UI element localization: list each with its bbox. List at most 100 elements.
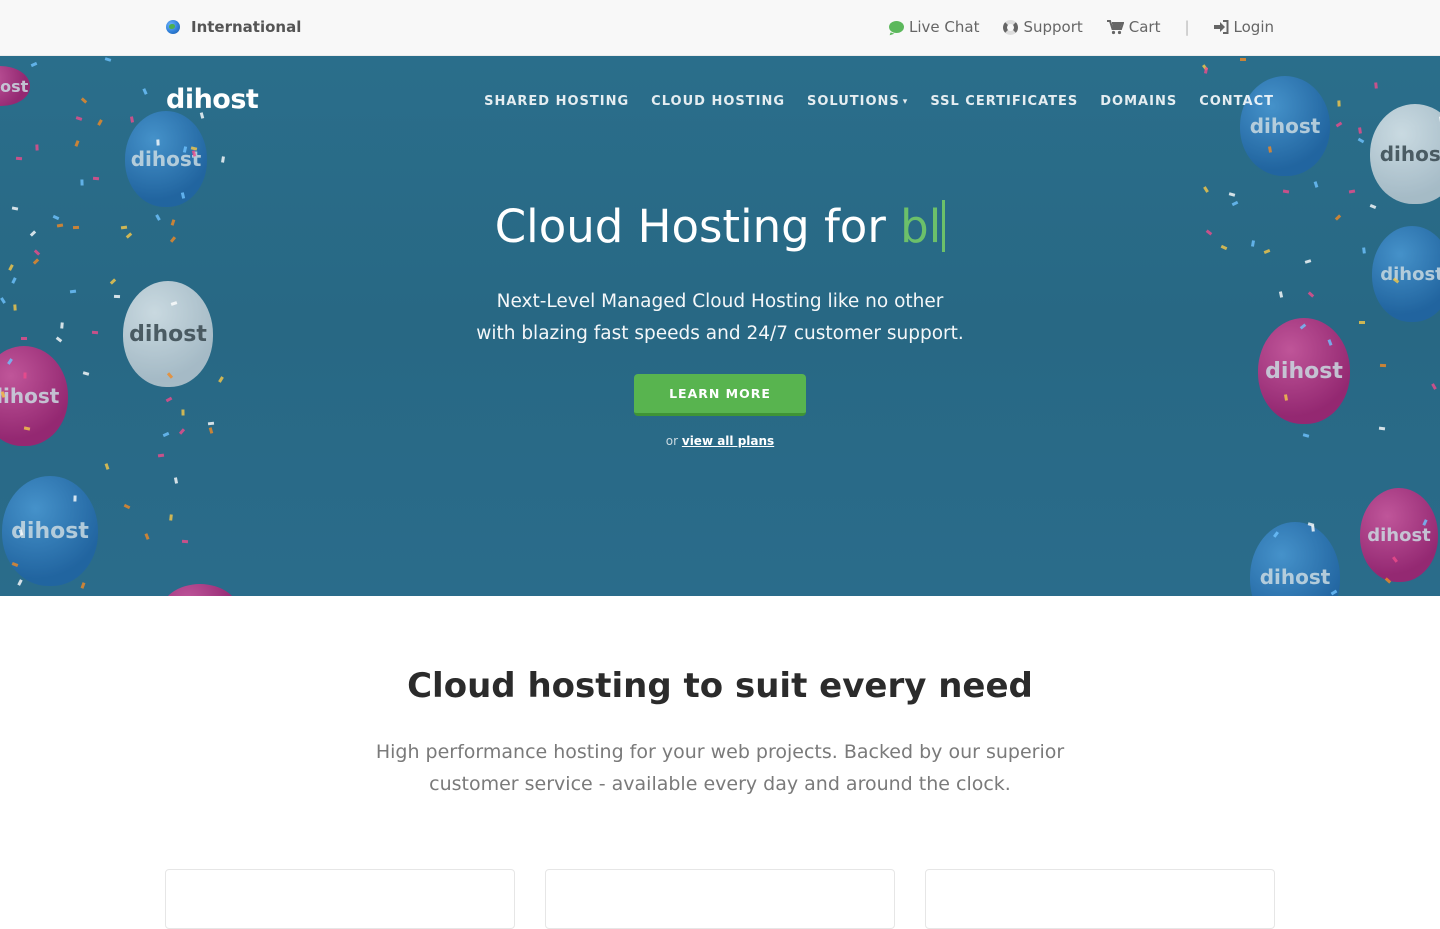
confetti-piece	[23, 372, 27, 379]
confetti-piece	[74, 140, 80, 147]
confetti-piece	[208, 421, 215, 426]
hero-title: Cloud Hosting for bl	[0, 200, 1440, 253]
login-link[interactable]: Login	[1213, 18, 1274, 36]
support-icon	[1003, 19, 1019, 35]
confetti-piece	[1337, 100, 1342, 107]
confetti-piece	[1240, 57, 1247, 61]
globe-icon	[166, 20, 180, 34]
hero-title-prefix: Cloud Hosting for	[494, 200, 901, 253]
nav-ssl-certificates[interactable]: SSL CERTIFICATES	[930, 94, 1078, 109]
confetti-piece	[180, 192, 185, 199]
confetti-piece	[1422, 518, 1429, 526]
view-all-plans-link[interactable]: view all plans	[682, 434, 774, 448]
confetti-piece	[1380, 363, 1387, 368]
login-label: Login	[1233, 18, 1274, 36]
confetti-piece	[1283, 394, 1288, 402]
confetti-piece	[155, 139, 160, 146]
confetti-piece	[97, 119, 103, 126]
confetti-piece	[1272, 530, 1279, 538]
cart-icon	[1106, 19, 1124, 35]
confetti-piece	[209, 427, 214, 434]
confetti-piece	[1330, 589, 1338, 595]
confetti-piece	[218, 375, 225, 383]
confetti-piece	[182, 146, 188, 153]
nav-domains[interactable]: DOMAINS	[1100, 94, 1177, 109]
region-label: International	[191, 18, 302, 36]
utility-separator: |	[1184, 18, 1190, 36]
confetti-piece	[104, 463, 110, 470]
balloon-image: dihost	[160, 584, 240, 596]
balloon-image: dihost	[0, 66, 30, 106]
confetti-piece	[80, 179, 84, 186]
nav-solutions[interactable]: SOLUTIONS ▾	[807, 94, 908, 109]
confetti-piece	[157, 453, 164, 458]
confetti-piece	[1307, 521, 1315, 527]
hero-subtitle-line1: Next-Level Managed Cloud Hosting like no…	[496, 291, 944, 312]
section-subtitle: High performance hosting for your web pr…	[370, 736, 1070, 800]
typing-cursor	[942, 200, 946, 252]
site-logo[interactable]: dihost	[166, 84, 259, 115]
confetti-piece	[1335, 121, 1343, 128]
confetti-piece	[144, 533, 150, 540]
confetti-piece	[30, 61, 38, 67]
main-nav: SHARED HOSTING CLOUD HOSTING SOLUTIONS ▾…	[484, 94, 1274, 109]
confetti-piece	[1268, 146, 1273, 153]
chevron-down-icon: ▾	[902, 96, 909, 107]
nav-cloud-hosting[interactable]: CLOUD HOSTING	[651, 94, 785, 109]
hero-subtitle: Next-Level Managed Cloud Hosting like no…	[0, 286, 1440, 350]
login-icon	[1213, 20, 1229, 34]
nav-contact[interactable]: CONTACT	[1199, 94, 1274, 109]
support-label: Support	[1023, 18, 1083, 36]
confetti-piece	[93, 176, 100, 180]
nav-shared-hosting[interactable]: SHARED HOSTING	[484, 94, 629, 109]
confetti-piece	[1313, 181, 1319, 189]
balloon-image: dihost	[1370, 104, 1440, 204]
confetti-piece	[32, 258, 39, 265]
confetti-piece	[75, 115, 83, 121]
view-plans-line: or view all plans	[0, 434, 1440, 448]
balloon-image: dihost	[2, 476, 98, 586]
confetti-piece	[109, 278, 117, 285]
live-chat-link[interactable]: Live Chat	[889, 18, 979, 36]
confetti-piece	[181, 409, 185, 416]
confetti-piece	[105, 57, 112, 62]
confetti-piece	[1374, 82, 1379, 89]
confetti-piece	[73, 495, 77, 502]
confetti-piece	[129, 116, 135, 124]
confetti-piece	[182, 539, 189, 544]
plan-card[interactable]	[165, 869, 515, 929]
plan-card[interactable]	[545, 869, 895, 929]
confetti-piece	[1379, 426, 1386, 431]
confetti-piece	[80, 581, 86, 589]
hero-banner: dihostdihostdihostdihostdihostdihostdiho…	[0, 56, 1440, 596]
confetti-piece	[6, 358, 13, 366]
confetti-piece	[190, 146, 198, 151]
confetti-piece	[1357, 127, 1362, 135]
confetti-piece	[1305, 258, 1312, 264]
confetti-piece	[11, 562, 18, 568]
confetti-piece	[1228, 192, 1235, 197]
confetti-piece	[80, 97, 87, 104]
plan-card[interactable]	[925, 869, 1275, 929]
confetti-piece	[191, 150, 197, 158]
nav-solutions-label: SOLUTIONS	[807, 94, 900, 109]
live-chat-label: Live Chat	[909, 18, 980, 36]
confetti-piece	[8, 264, 14, 271]
support-link[interactable]: Support	[1003, 18, 1083, 36]
confetti-piece	[1201, 63, 1208, 71]
confetti-piece	[82, 371, 90, 377]
confetti-piece	[1204, 66, 1209, 74]
cart-link[interactable]: Cart	[1106, 18, 1160, 36]
learn-more-button[interactable]: LEARN MORE	[634, 374, 806, 416]
confetti-piece	[18, 528, 24, 536]
region-selector[interactable]: International	[166, 17, 301, 37]
utility-bar: International Live Chat Support Cart | L…	[0, 0, 1440, 56]
section-title: Cloud hosting to suit every need	[407, 666, 1033, 706]
confetti-piece	[165, 396, 173, 403]
utility-links: Live Chat Support Cart | Login	[889, 16, 1274, 38]
balloon-image: dihost	[0, 346, 68, 446]
section-subtitle-line1: High performance hosting for your web pr…	[375, 741, 1065, 763]
confetti-piece	[173, 476, 178, 484]
confetti-piece	[166, 371, 173, 379]
confetti-piece	[1357, 137, 1365, 144]
